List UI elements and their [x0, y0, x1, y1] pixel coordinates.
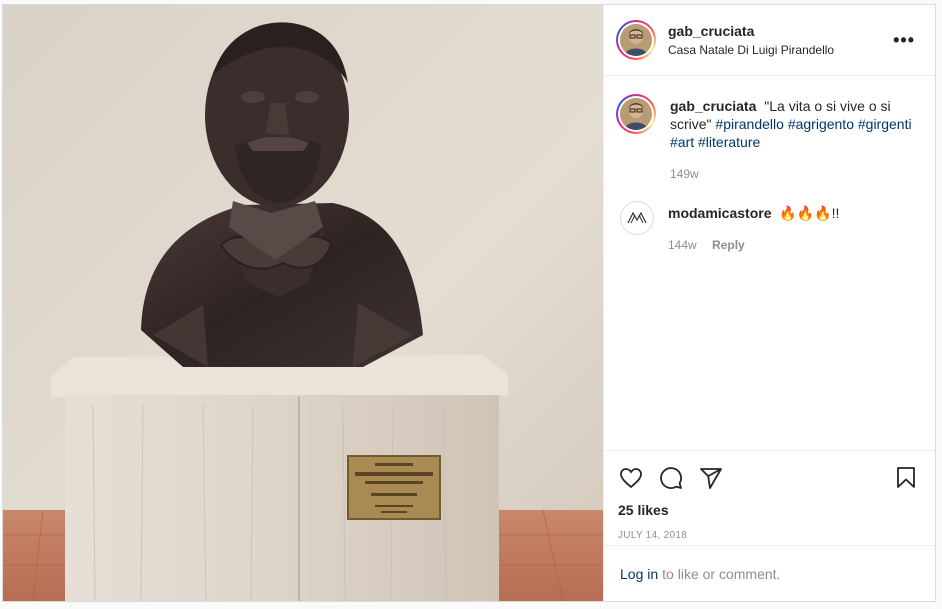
hashtag-link[interactable]: #girgenti [858, 116, 912, 132]
bust-photo-illustration [3, 5, 603, 601]
comment-username[interactable]: modamicastore [668, 205, 771, 221]
reply-button[interactable]: Reply [712, 238, 745, 252]
post-actions: 25 likes JULY 14, 2018 [604, 450, 935, 545]
caption: gab_cruciata "La vita o si vive o si scr… [616, 94, 919, 183]
post-location[interactable]: Casa Natale Di Luigi Pirandello [668, 43, 889, 57]
login-prompt: Log in to like or comment. [604, 545, 935, 601]
hashtag-link[interactable]: #pirandello [715, 116, 784, 132]
comment-icon[interactable] [658, 465, 684, 491]
instagram-post: gab_cruciata Casa Natale Di Luigi Pirand… [2, 4, 936, 602]
author-avatar[interactable] [616, 20, 656, 60]
heart-icon[interactable] [618, 465, 644, 491]
post-date[interactable]: JULY 14, 2018 [618, 530, 919, 541]
caption-author-avatar[interactable] [616, 94, 656, 134]
commenter-avatar[interactable] [620, 201, 654, 235]
comment-text: 🔥🔥🔥!! [779, 205, 840, 221]
hashtag-link[interactable]: #literature [698, 134, 760, 150]
ellipsis-icon[interactable]: ••• [889, 30, 919, 51]
bookmark-icon[interactable] [893, 465, 919, 491]
hashtag-link[interactable]: #agrigento [788, 116, 854, 132]
comment-item: modamicastore 🔥🔥🔥!! 144w Reply [616, 201, 919, 254]
comments-section: gab_cruciata "La vita o si vive o si scr… [604, 76, 935, 450]
caption-username[interactable]: gab_cruciata [670, 98, 756, 114]
author-avatar-image [620, 24, 652, 56]
brand-logo-icon [627, 211, 647, 224]
caption-timestamp[interactable]: 149w [670, 167, 699, 181]
login-prompt-text: to like or comment. [662, 565, 781, 582]
login-link[interactable]: Log in [620, 566, 658, 582]
likes-count[interactable]: 25 likes [618, 502, 919, 518]
hashtag-link[interactable]: #art [670, 134, 694, 150]
author-username[interactable]: gab_cruciata [668, 23, 889, 39]
comment-timestamp[interactable]: 144w [668, 238, 697, 252]
share-icon[interactable] [698, 465, 724, 491]
post-photo[interactable] [3, 5, 604, 601]
post-sidebar: gab_cruciata Casa Natale Di Luigi Pirand… [604, 5, 935, 601]
post-header: gab_cruciata Casa Natale Di Luigi Pirand… [604, 5, 935, 76]
